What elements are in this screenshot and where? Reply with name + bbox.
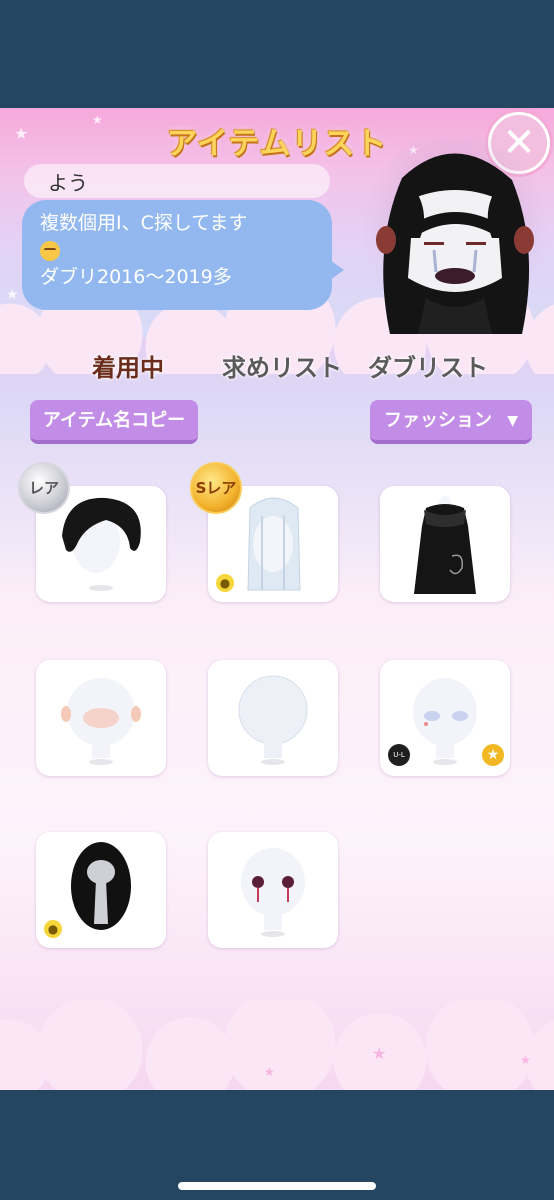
item-face-blush[interactable] [36, 660, 166, 776]
item-white-hair[interactable]: Sレア ● [190, 462, 338, 602]
rarity-badge: Sレア [190, 462, 242, 514]
rarity-badge: レア [18, 462, 70, 514]
home-indicator[interactable] [178, 1182, 376, 1190]
cloud-decoration [0, 1000, 554, 1090]
item-face-red-eyes[interactable] [208, 832, 338, 948]
item-black-hair[interactable]: レア [18, 462, 166, 602]
item-black-dress[interactable] [380, 486, 510, 602]
star-decoration-icon: ★ [520, 1053, 531, 1067]
tab-wish-list[interactable]: 求めリスト [222, 348, 342, 383]
tab-duplicate-list[interactable]: ダブリスト [368, 348, 488, 383]
item-face-plain[interactable] [208, 660, 338, 776]
copy-item-names-button[interactable]: アイテム名コピー [30, 400, 198, 444]
star-decoration-icon: ★ [372, 1044, 387, 1063]
tab-bar: 着用中 求めリスト ダブリスト [0, 348, 554, 388]
item-face-blue-eyes[interactable]: U-L ★ [380, 660, 510, 776]
item-dark-oval[interactable]: ● [36, 832, 166, 948]
avatar [362, 132, 548, 334]
star-decoration-icon: ★ [264, 1065, 275, 1079]
category-dropdown-value: ファッション [384, 410, 492, 431]
lightbulb-icon: ● [42, 918, 64, 940]
relieved-face-emoji [40, 237, 332, 264]
ul-badge: U-L [388, 744, 410, 766]
message-line: 複数個用I、C探してます [40, 212, 248, 234]
star-icon: ★ [482, 744, 504, 766]
message-line: ダブリ2016〜2019多 [40, 266, 232, 288]
chevron-down-icon: ▼ [507, 413, 518, 429]
status-bar-area [0, 0, 554, 108]
message-bubble: 複数個用I、C探してます ダブリ2016〜2019多 [22, 200, 344, 310]
user-name: よう [24, 164, 330, 198]
category-dropdown[interactable]: ファッション ▼ [370, 400, 532, 444]
tab-wearing[interactable]: 着用中 [92, 348, 164, 383]
item-list-panel: ★ ★ ★ ★ ★ ★ アイテムリスト ✕ よう 複数個用I、C探してます ダブ… [0, 108, 554, 1090]
lightbulb-icon: ● [214, 572, 236, 594]
